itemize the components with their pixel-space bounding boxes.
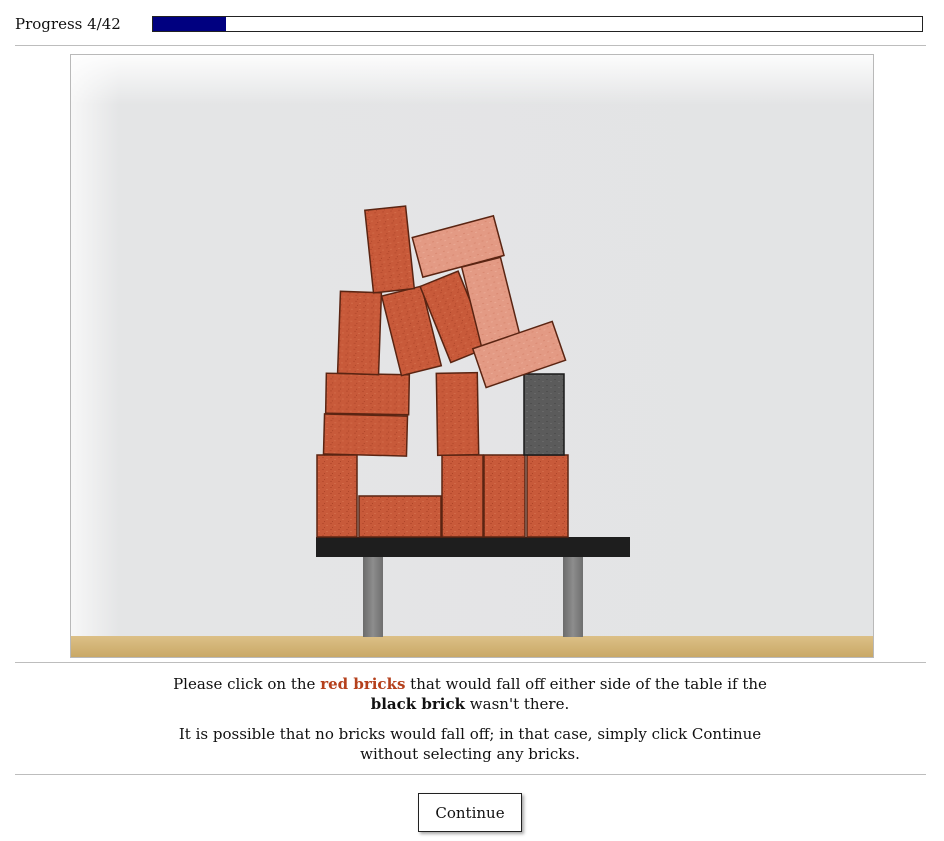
wall xyxy=(71,55,873,657)
brick-scene xyxy=(70,54,874,658)
divider-middle xyxy=(15,662,926,663)
red-brick[interactable] xyxy=(435,371,480,457)
instructions: Please click on the red bricks that woul… xyxy=(170,674,770,774)
progress-bar-area: Progress 4/42 xyxy=(0,0,944,46)
progress-fill xyxy=(153,17,227,31)
red-brick[interactable] xyxy=(316,454,358,538)
red-brick[interactable] xyxy=(336,290,383,376)
table-leg-right xyxy=(563,557,583,637)
red-brick[interactable] xyxy=(483,454,526,538)
divider-top xyxy=(15,45,926,46)
red-brick[interactable] xyxy=(441,454,484,538)
red-brick[interactable] xyxy=(358,495,442,538)
instruction-text: wasn't there. xyxy=(465,695,570,713)
divider-bottom xyxy=(15,774,926,775)
red-brick[interactable] xyxy=(363,205,416,294)
progress-track xyxy=(152,16,923,32)
black-brick xyxy=(523,373,565,456)
instruction-line-2: It is possible that no bricks would fall… xyxy=(178,725,762,763)
floor xyxy=(71,636,873,657)
table-top xyxy=(316,537,630,557)
instruction-text: Please click on the xyxy=(173,675,321,693)
red-brick[interactable] xyxy=(526,454,569,538)
red-bricks-highlight: red bricks xyxy=(320,675,406,693)
red-brick[interactable] xyxy=(322,413,409,457)
black-brick-highlight: black brick xyxy=(370,695,466,713)
wall-top-shading xyxy=(71,55,873,105)
continue-button[interactable]: Continue xyxy=(418,793,522,832)
instruction-text: that would fall off either side of the t… xyxy=(405,675,767,693)
red-brick[interactable] xyxy=(324,372,411,416)
instruction-line-1: Please click on the red bricks that woul… xyxy=(170,674,770,714)
table-leg-left xyxy=(363,557,383,637)
progress-label: Progress 4/42 xyxy=(15,15,121,33)
